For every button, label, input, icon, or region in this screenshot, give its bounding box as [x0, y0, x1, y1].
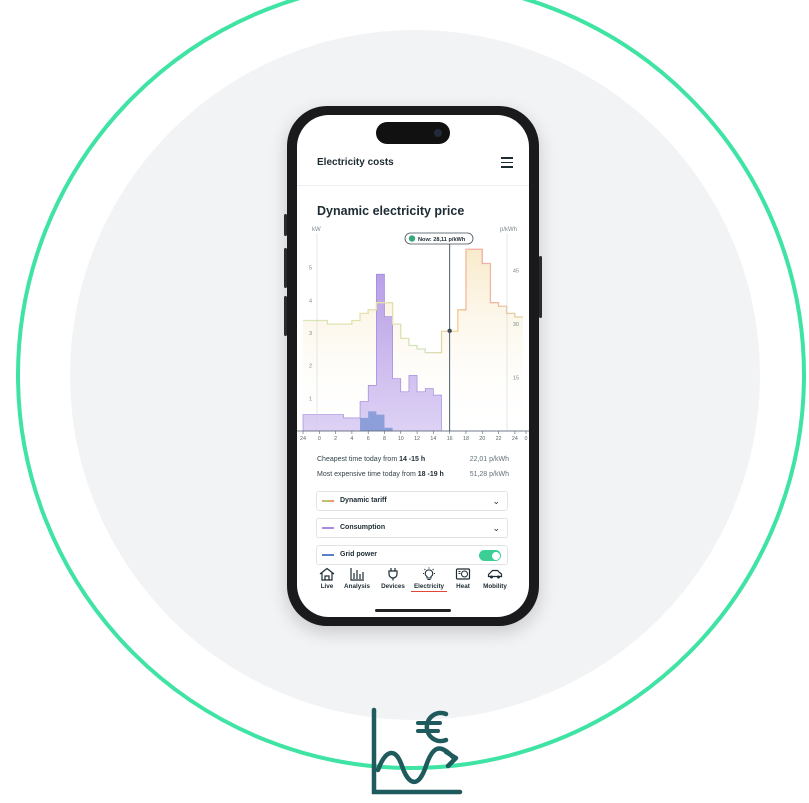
nav-item-electricity[interactable]: Electricity — [411, 567, 447, 592]
volume-up-button — [284, 248, 287, 288]
now-tooltip: Now: 28,11 p/kWh — [404, 232, 474, 245]
app-title: Electricity costs — [317, 157, 394, 168]
left-axis-tick: 2 — [309, 364, 312, 370]
phone-screen: Electricity costs Dynamic electricity pr… — [297, 115, 529, 617]
x-axis-tick-label: 4 — [350, 436, 353, 442]
car-icon — [487, 569, 503, 579]
x-axis-tick-label: 22 — [496, 436, 502, 442]
now-tooltip-text: Now: 28,11 p/kWh — [418, 237, 466, 243]
x-axis-tick-label: 18 — [463, 436, 469, 442]
right-axis-tick: 30 — [513, 322, 519, 328]
left-axis-tick: 3 — [309, 331, 312, 337]
consumption-swatch — [322, 527, 334, 529]
x-axis-tick-label: 6 — [367, 436, 370, 442]
left-axis-tick: 1 — [309, 396, 312, 402]
nav-item-heat[interactable]: Heat — [445, 567, 481, 590]
right-axis-unit: p/kWh — [500, 227, 517, 233]
nav-label-analysis: Analysis — [344, 583, 370, 590]
nav-label-mobility: Mobility — [483, 583, 507, 590]
cheapest-time-row: Cheapest time today from 14 -15 h 22,01 … — [317, 456, 509, 463]
x-axis-tick-label: 10 — [398, 436, 404, 442]
x-axis-tick-label: 14 — [430, 436, 436, 442]
volume-down-button — [284, 296, 287, 336]
expensive-time-row: Most expensive time today from 18 -19 h … — [317, 471, 509, 478]
chevron-down-icon[interactable]: ⌄ — [492, 496, 500, 507]
plug-icon — [388, 568, 398, 581]
right-axis-tick: 45 — [513, 269, 519, 275]
house-icon — [319, 567, 335, 581]
page-title: Dynamic electricity price — [317, 204, 465, 218]
left-axis-unit: kW — [312, 227, 321, 233]
x-axis-tick-label: 24 — [512, 436, 518, 442]
nav-label-devices: Devices — [381, 583, 405, 590]
legend-label-dynamic-tariff: Dynamic tariff — [340, 497, 387, 504]
expensive-time-value: 18 -19 h — [417, 471, 444, 478]
x-axis-tick-label: 16 — [447, 436, 453, 442]
dynamic-price-logo-icon — [371, 707, 463, 795]
x-axis-tick-label: 24 — [300, 436, 306, 442]
bulb-icon — [423, 567, 435, 581]
nav-item-analysis[interactable]: Analysis — [339, 567, 375, 590]
grid-power-toggle[interactable] — [479, 550, 501, 561]
power-button — [539, 256, 542, 318]
heat-pump-icon — [455, 568, 471, 580]
x-axis-tick-label: 2 — [334, 436, 337, 442]
left-axis-tick: 5 — [309, 266, 312, 272]
bottom-navigation: Live Analysis Devices Electricity Heat M… — [297, 567, 529, 607]
side-button — [284, 214, 287, 236]
x-axis-tick-label: 12 — [414, 436, 420, 442]
app-header: Electricity costs — [297, 149, 529, 186]
home-indicator[interactable] — [375, 609, 451, 612]
legend-label-consumption: Consumption — [340, 524, 386, 531]
cheapest-time-prefix: Cheapest time today from — [317, 456, 400, 463]
expensive-price: 51,28 p/kWh — [469, 471, 509, 478]
phone-frame: Electricity costs Dynamic electricity pr… — [284, 106, 542, 626]
x-axis-tick-label: 0 — [525, 436, 528, 442]
price-chart[interactable]: kW p/kWh 5432145301524 0 2 4 6 8 10 12 14 16 18 20 2… — [297, 223, 529, 451]
nav-label-electricity: Electricity — [411, 583, 447, 592]
bar-chart-icon — [350, 568, 364, 581]
x-axis-tick-label: 0 — [318, 436, 321, 442]
nav-item-mobility[interactable]: Mobility — [477, 567, 513, 590]
dynamic-tariff-swatch — [322, 500, 334, 502]
x-axis-tick-label: 20 — [479, 436, 485, 442]
chevron-down-icon[interactable]: ⌄ — [492, 523, 500, 534]
nav-label-heat: Heat — [456, 583, 470, 590]
legend-row-consumption[interactable]: Consumption ⌄ — [316, 518, 508, 538]
legend-row-grid-power: Grid power — [316, 545, 508, 565]
expensive-time-prefix: Most expensive time today from — [317, 471, 418, 478]
x-axis-tick-label: 8 — [383, 436, 386, 442]
cheapest-time-value: 14 -15 h — [399, 456, 426, 463]
cheapest-price: 22,01 p/kWh — [469, 456, 509, 463]
grid-power-swatch — [322, 554, 334, 556]
nav-item-devices[interactable]: Devices — [375, 567, 411, 590]
legend-label-grid-power: Grid power — [340, 551, 377, 558]
left-axis-tick: 4 — [309, 298, 312, 304]
legend-row-dynamic-tariff[interactable]: Dynamic tariff ⌄ — [316, 491, 508, 511]
hamburger-menu-icon[interactable] — [501, 157, 513, 168]
dynamic-island — [376, 122, 450, 144]
right-axis-tick: 15 — [513, 376, 519, 382]
now-price-marker — [447, 328, 452, 334]
